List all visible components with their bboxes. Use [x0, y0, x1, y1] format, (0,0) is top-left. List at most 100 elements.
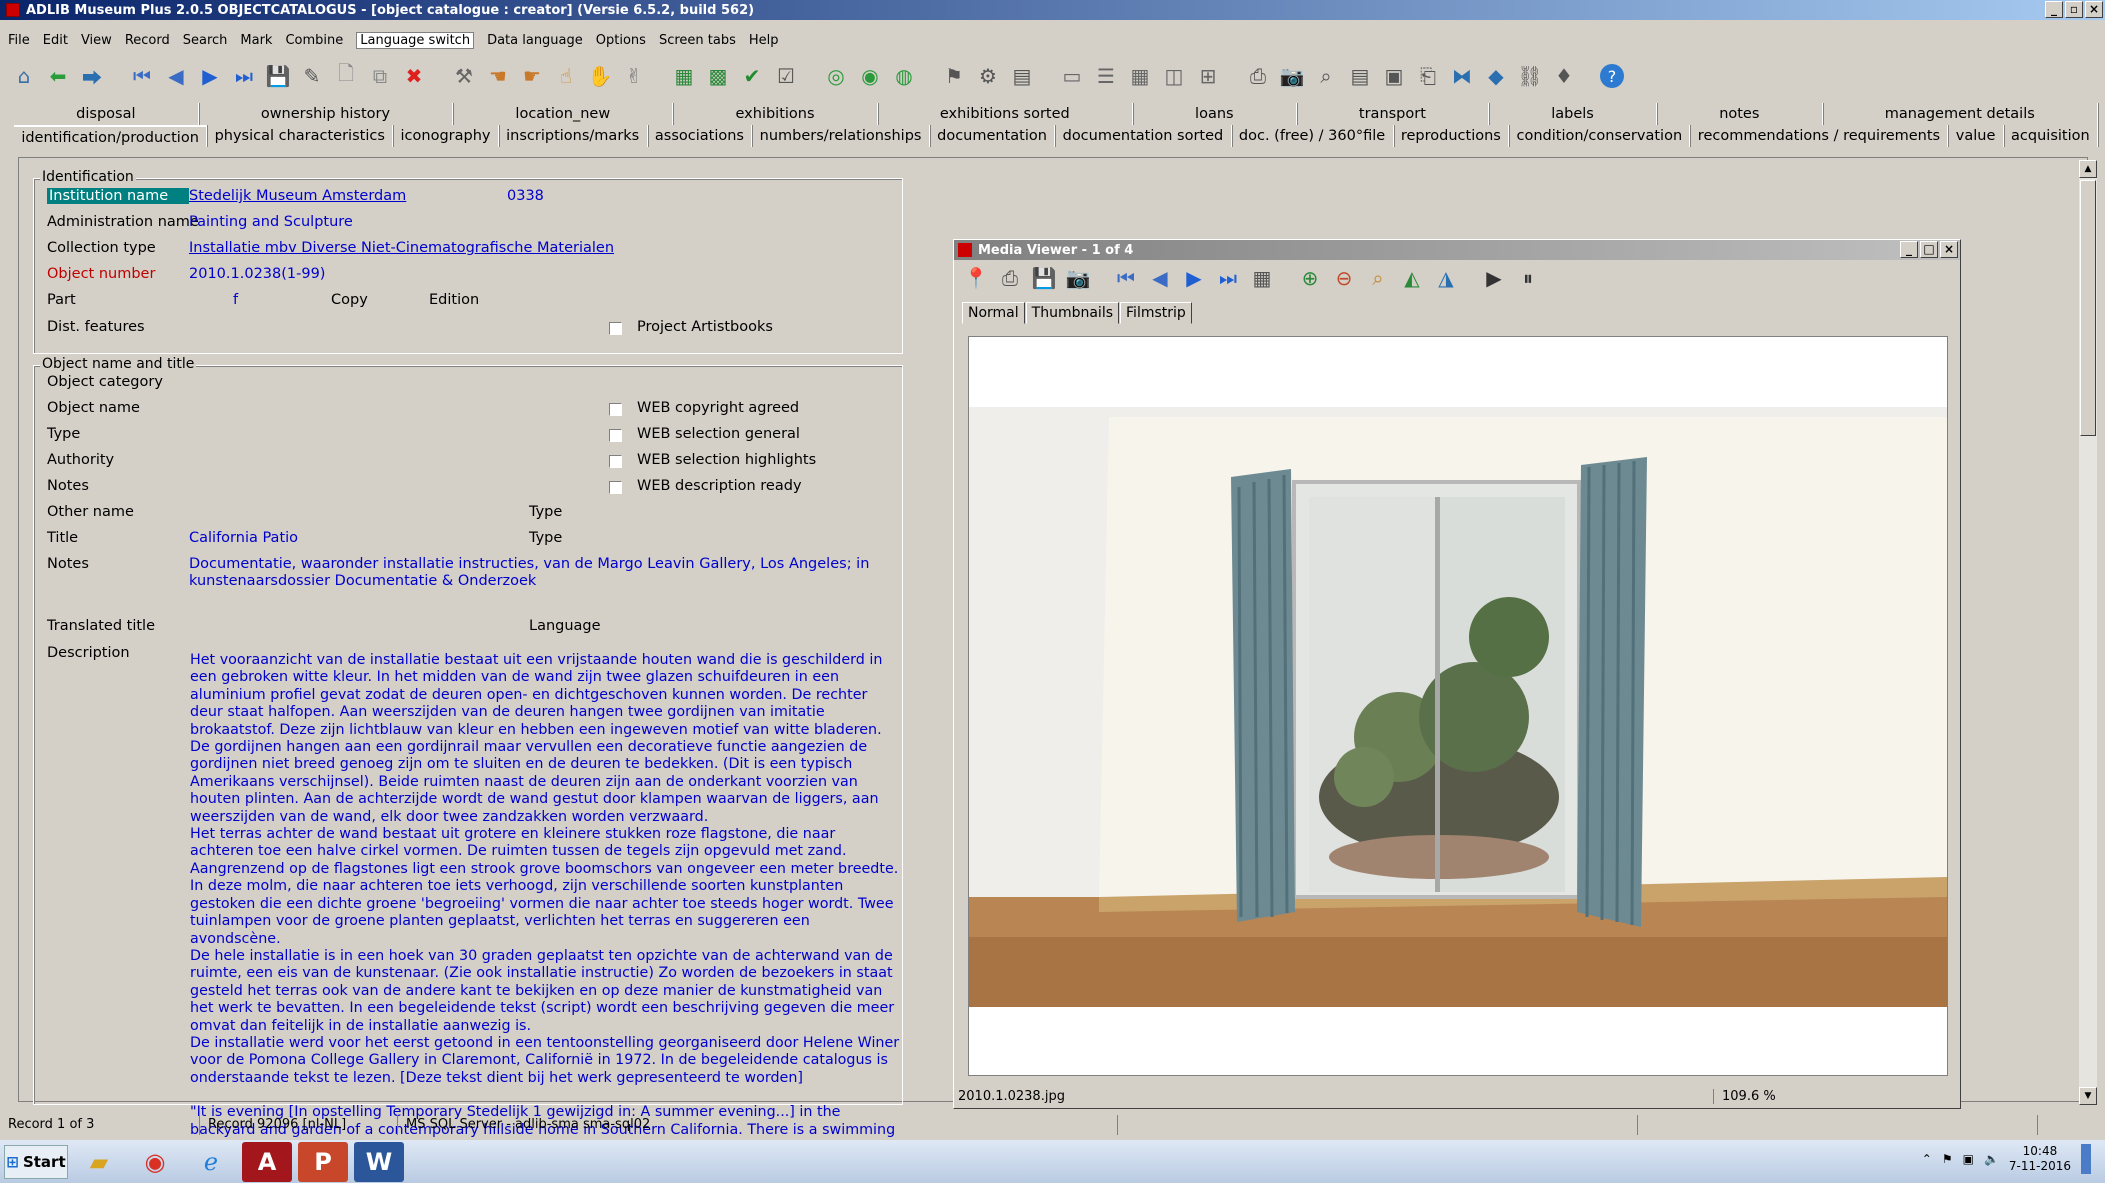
web-copyright-checkbox[interactable] — [609, 403, 622, 416]
forward-record-icon[interactable]: ⮕ — [78, 62, 106, 90]
hierarchy-icon[interactable]: ⚑ — [940, 62, 968, 90]
part-field[interactable]: f — [233, 292, 238, 308]
edit-record-icon[interactable]: ✎ — [298, 62, 326, 90]
camera-icon[interactable]: 📷 — [1278, 62, 1306, 90]
tab-loans[interactable]: loans — [1133, 103, 1297, 125]
media-print-icon[interactable]: ⎙ — [996, 264, 1024, 292]
media-close-button[interactable]: × — [1940, 241, 1958, 258]
media-save-icon[interactable]: 💾 — [1030, 264, 1058, 292]
menu-mark[interactable]: Mark — [240, 33, 272, 48]
flip-vertical-icon[interactable]: ◮ — [1432, 264, 1460, 292]
network-icon[interactable]: ▣ — [1963, 1152, 1974, 1166]
volume-icon[interactable]: 🔈 — [1984, 1152, 1999, 1166]
tab-recommendations-requirements[interactable]: recommendations / requirements — [1690, 125, 1949, 147]
back-arrow-icon[interactable]: ⬅ — [44, 62, 72, 90]
menu-screen-tabs[interactable]: Screen tabs — [659, 33, 736, 48]
pane-view-icon[interactable]: ⊞ — [1194, 62, 1222, 90]
media-maximize-button[interactable]: □ — [1920, 241, 1938, 258]
restore-button[interactable]: ▫ — [2065, 1, 2083, 18]
project-artistbooks-checkbox[interactable] — [609, 322, 622, 335]
tab-management-details[interactable]: management details — [1823, 103, 2098, 125]
diamond-icon[interactable]: ◆ — [1482, 62, 1510, 90]
menu-view[interactable]: View — [81, 33, 112, 48]
calendar-icon[interactable]: ▣ — [1380, 62, 1408, 90]
institution-name-field[interactable]: Stedelijk Museum Amsterdam — [189, 188, 406, 204]
media-first-icon[interactable]: ⏮ — [1112, 264, 1140, 292]
show-desktop-icon[interactable] — [2081, 1144, 2091, 1174]
previous-record-icon[interactable]: ◀ — [162, 62, 190, 90]
tab-iconography[interactable]: iconography — [393, 125, 499, 147]
description-field[interactable]: Het vooraanzicht van de installatie best… — [190, 652, 902, 1156]
tray-expand-icon[interactable]: ⌃ — [1922, 1152, 1932, 1166]
scroll-up-arrow-icon[interactable]: ▲ — [2079, 160, 2097, 178]
menu-combine[interactable]: Combine — [285, 33, 343, 48]
tree-icon[interactable]: ⧓ — [1448, 62, 1476, 90]
media-next-icon[interactable]: ▶ — [1180, 264, 1208, 292]
tab-exhibitions[interactable]: exhibitions — [673, 103, 878, 125]
tab-acquisition[interactable]: acquisition — [2004, 125, 2099, 147]
tab-inscriptions-marks[interactable]: inscriptions/marks — [499, 125, 648, 147]
last-record-icon[interactable]: ⏭ — [230, 62, 258, 90]
tab-documentation[interactable]: documentation — [930, 125, 1056, 147]
grid-view-icon[interactable]: ▦ — [1126, 62, 1154, 90]
tab-identification-production[interactable]: identification/production — [14, 125, 208, 147]
tab-value[interactable]: value — [1948, 125, 2004, 147]
zoom-view-icon[interactable]: ⌕ — [1312, 62, 1340, 90]
archive-icon[interactable]: ▤ — [1008, 62, 1036, 90]
tab-location-new[interactable]: location_new — [453, 103, 674, 125]
menu-options[interactable]: Options — [596, 33, 646, 48]
tab-numbers-relationships[interactable]: numbers/relationships — [752, 125, 930, 147]
detail-view-icon[interactable]: ▭ — [1058, 62, 1086, 90]
export-icon[interactable]: ⎗ — [1414, 62, 1442, 90]
tab-exhibitions-sorted[interactable]: exhibitions sorted — [878, 103, 1133, 125]
menu-file[interactable]: File — [8, 33, 30, 48]
relation-icon[interactable]: ⚙ — [974, 62, 1002, 90]
check-icon[interactable]: ✔ — [738, 62, 766, 90]
combine-and-icon[interactable]: ◉ — [856, 62, 884, 90]
institution-code-field[interactable]: 0338 — [507, 188, 544, 204]
delete-record-icon[interactable]: ✖ — [400, 62, 428, 90]
media-image-canvas[interactable] — [968, 336, 1948, 1076]
media-tab-filmstrip[interactable]: Filmstrip — [1120, 302, 1192, 324]
validate-icon[interactable]: ☑ — [772, 62, 800, 90]
menu-record[interactable]: Record — [125, 33, 170, 48]
media-minimize-button[interactable]: _ — [1900, 241, 1918, 258]
split-view-icon[interactable]: ◫ — [1160, 62, 1188, 90]
hand-select-icon[interactable]: ✋ — [586, 62, 614, 90]
powerpoint-icon[interactable]: P — [298, 1141, 348, 1182]
web-description-ready-checkbox[interactable] — [609, 481, 622, 494]
menu-edit[interactable]: Edit — [43, 33, 68, 48]
media-grid-icon[interactable]: ▦ — [1248, 264, 1276, 292]
combine-or-icon[interactable]: ◎ — [822, 62, 850, 90]
first-record-icon[interactable]: ⏮ — [128, 62, 156, 90]
start-button[interactable]: ⊞ Start — [4, 1144, 68, 1179]
copy-record-icon[interactable]: ⧉ — [366, 62, 394, 90]
media-camera-icon[interactable]: 📷 — [1064, 264, 1092, 292]
collection-type-field[interactable]: Installatie mbv Diverse Niet-Cinematogra… — [189, 240, 614, 256]
file-explorer-icon[interactable]: ▰ — [74, 1142, 124, 1182]
list-view-icon[interactable]: ☰ — [1092, 62, 1120, 90]
administration-name-field[interactable]: Painting and Sculpture — [189, 214, 353, 230]
next-record-icon[interactable]: ▶ — [196, 62, 224, 90]
minimize-button[interactable]: _ — [2045, 1, 2063, 18]
print-icon[interactable]: ⎙ — [1244, 62, 1272, 90]
media-previous-icon[interactable]: ◀ — [1146, 264, 1174, 292]
title-notes-field-line1[interactable]: Documentatie, waaronder installatie inst… — [189, 556, 869, 572]
web-selection-highlights-checkbox[interactable] — [609, 455, 622, 468]
handshake-icon[interactable]: ♦ — [1550, 62, 1578, 90]
mark-all-icon[interactable]: ▩ — [704, 62, 732, 90]
tab-reproductions[interactable]: reproductions — [1394, 125, 1510, 147]
chrome-icon[interactable]: ◉ — [130, 1142, 180, 1182]
menu-language-switch[interactable]: Language switch — [356, 31, 475, 49]
scroll-thumb[interactable] — [2080, 180, 2096, 436]
mark-record-icon[interactable]: ▦ — [670, 62, 698, 90]
save-icon[interactable]: 💾 — [264, 62, 292, 90]
tab-transport[interactable]: transport — [1297, 103, 1490, 125]
internet-explorer-icon[interactable]: ℯ — [186, 1142, 236, 1182]
word-icon[interactable]: W — [354, 1141, 404, 1182]
tab-labels[interactable]: labels — [1489, 103, 1658, 125]
tab-condition-conservation[interactable]: condition/conservation — [1509, 125, 1691, 147]
object-number-field[interactable]: 2010.1.0238(1-99) — [189, 266, 325, 282]
form-vertical-scrollbar[interactable]: ▲ ▼ — [2079, 160, 2097, 1105]
combine-not-icon[interactable]: ◍ — [890, 62, 918, 90]
